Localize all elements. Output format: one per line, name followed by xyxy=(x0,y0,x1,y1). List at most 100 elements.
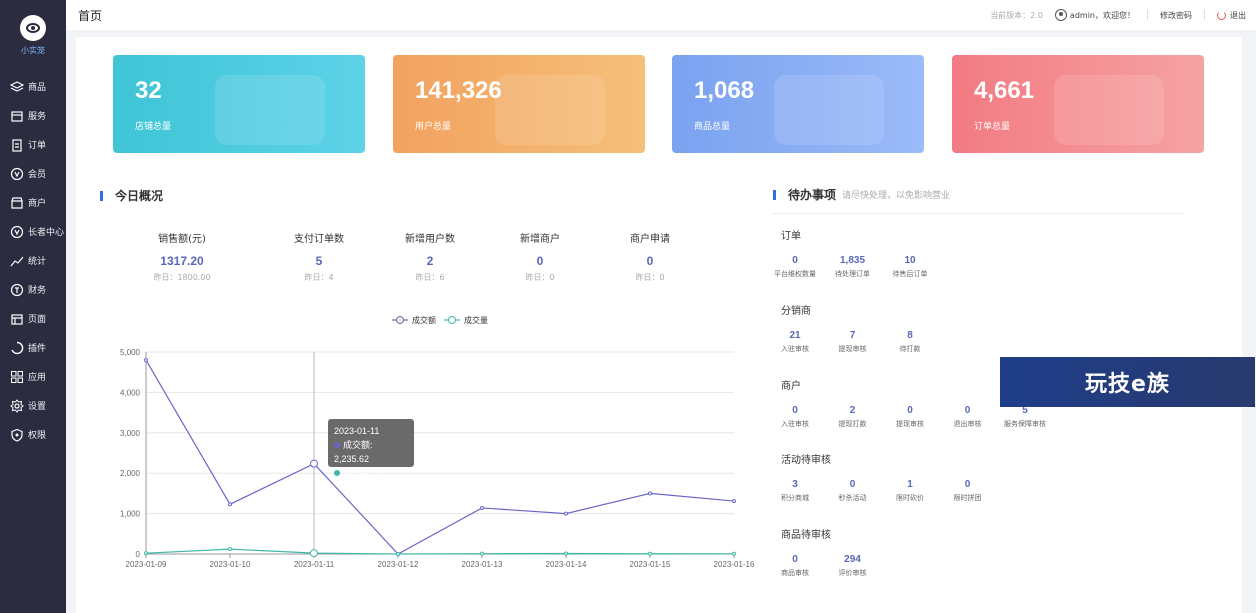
data-point xyxy=(564,511,568,516)
todo-item[interactable]: 5 服务保障审核 xyxy=(995,405,1055,429)
data-point xyxy=(648,491,652,496)
todo-item[interactable]: 294 评价审核 xyxy=(823,554,883,578)
today-section-title: 今日概况 xyxy=(100,187,163,204)
vip-icon xyxy=(10,225,24,239)
todo-value: 3 xyxy=(792,479,798,490)
todo-item[interactable]: 21 入驻审核 xyxy=(765,330,825,354)
sidebar-item-10[interactable]: 应用 xyxy=(0,362,66,391)
data-point xyxy=(228,502,232,507)
sidebar-item-label: 设置 xyxy=(28,402,47,412)
change-password-link[interactable]: 修改密码 xyxy=(1160,10,1192,21)
brand[interactable]: 小实笼 xyxy=(0,0,66,64)
stat-yesterday: 昨日：4 xyxy=(304,273,334,282)
page-icon xyxy=(10,312,24,326)
data-point xyxy=(144,358,148,363)
stat-card-stores[interactable]: 32 店铺总量 xyxy=(113,55,365,153)
sidebar-item-6[interactable]: 统计 xyxy=(0,246,66,275)
data-point xyxy=(144,551,148,556)
data-point xyxy=(396,552,400,556)
sidebar-item-8[interactable]: 页面 xyxy=(0,304,66,333)
todo-group-title: 商品待审核 xyxy=(781,530,831,541)
todo-item[interactable]: 0 商品审核 xyxy=(765,554,825,578)
data-point xyxy=(564,551,568,556)
divider xyxy=(772,213,1184,214)
logout-link[interactable]: 退出 xyxy=(1230,10,1246,21)
todo-value: 0 xyxy=(792,255,798,266)
legend-label: 成交额 xyxy=(412,315,436,325)
sales-line-chart[interactable]: 0 1,000 2,000 3,000 4,000 5,000 2023-01-09 2023… xyxy=(106,307,776,577)
y-tick-label: 2,000 xyxy=(120,469,141,478)
todo-item[interactable]: 1,835 待处理订单 xyxy=(823,255,883,279)
card-label: 店铺总量 xyxy=(135,122,172,132)
sidebar-item-11[interactable]: 设置 xyxy=(0,391,66,420)
power-icon xyxy=(1217,10,1226,20)
todo-label: 提现审核 xyxy=(838,345,867,353)
sidebar-item-7[interactable]: 财务 xyxy=(0,275,66,304)
stat-title: 商户申请 xyxy=(630,234,670,245)
y-tick-label: 4,000 xyxy=(120,388,141,397)
brand-name: 小实笼 xyxy=(21,45,45,55)
todo-label: 待打款 xyxy=(899,345,921,353)
tooltip-line-2: 成交量: 22 xyxy=(343,468,386,478)
todo-label: 服务保障审核 xyxy=(1004,420,1046,428)
todo-value: 8 xyxy=(907,330,913,341)
sidebar-item-2[interactable]: 订单 xyxy=(0,130,66,159)
sidebar-item-4[interactable]: 商户 xyxy=(0,188,66,217)
todo-item[interactable]: 1 限时砍价 xyxy=(880,479,940,503)
x-tick-label: 2023-01-10 xyxy=(210,560,251,569)
user-greeting[interactable]: admin，欢迎您！ xyxy=(1070,10,1135,21)
coin-icon xyxy=(10,283,24,297)
todo-value: 1,835 xyxy=(839,255,866,266)
vip-icon xyxy=(10,167,24,181)
sidebar-item-1[interactable]: 服务 xyxy=(0,101,66,130)
plugin-icon xyxy=(10,341,24,355)
sidebar-item-label: 统计 xyxy=(28,257,47,267)
card-value: 32 xyxy=(135,77,162,104)
top-header: 首页 当前版本：2.0 admin，欢迎您！ 修改密码 退出 xyxy=(66,0,1256,30)
sidebar-item-label: 商户 xyxy=(28,199,47,209)
todo-item[interactable]: 0 提现审核 xyxy=(880,405,940,429)
series-line-1 xyxy=(145,548,735,555)
todo-group-title: 活动待审核 xyxy=(781,455,831,466)
todo-group-title: 分销商 xyxy=(781,306,811,317)
sidebar-item-5[interactable]: 长者中心 xyxy=(0,217,66,246)
sidebar-item-9[interactable]: 插件 xyxy=(0,333,66,362)
todo-item[interactable]: 3 积分商城 xyxy=(765,479,825,503)
stat-title: 新增用户数 xyxy=(405,234,455,245)
data-point xyxy=(480,551,484,556)
stat-value: 1317.20 xyxy=(160,254,204,268)
todo-item[interactable]: 0 秒杀活动 xyxy=(823,479,883,503)
x-tick-label: 2023-01-12 xyxy=(378,560,419,569)
todo-value: 0 xyxy=(964,405,971,416)
today-stat-4: 商户申请 0 昨日：0 xyxy=(595,230,705,283)
todo-value: 2 xyxy=(849,405,856,416)
todo-value: 294 xyxy=(844,554,861,565)
stat-card-orders[interactable]: 4,661 订单总量 xyxy=(952,55,1204,153)
stat-card-products[interactable]: 1,068 商品总量 xyxy=(672,55,924,153)
todo-label: 入驻审核 xyxy=(781,345,809,353)
sidebar-item-3[interactable]: 会员 xyxy=(0,159,66,188)
users-icon xyxy=(495,75,605,145)
box-icon xyxy=(10,109,24,123)
todo-value: 0 xyxy=(907,405,913,416)
store-icon xyxy=(10,196,24,210)
todo-label: 秒杀活动 xyxy=(838,494,867,502)
todo-item[interactable]: 10 待售后订单 xyxy=(880,255,940,279)
todo-item[interactable]: 7 提现审核 xyxy=(823,330,883,354)
todo-item[interactable]: 0 限时拼团 xyxy=(938,479,998,503)
sidebar-item-12[interactable]: 权限 xyxy=(0,420,66,449)
sidebar-item-label: 长者中心 xyxy=(28,228,65,238)
sidebar-item-0[interactable]: 商品 xyxy=(0,72,66,101)
stat-card-users[interactable]: 141,326 用户总量 xyxy=(393,55,645,153)
tooltip-date: 2023-01-11 xyxy=(334,426,380,436)
todo-item[interactable]: 2 提现打款 xyxy=(823,405,883,429)
todo-item[interactable]: 0 退出审核 xyxy=(938,405,998,429)
legend-label: 成交量 xyxy=(464,315,488,325)
todo-item[interactable]: 0 入驻审核 xyxy=(765,405,825,429)
todo-item[interactable]: 8 待打款 xyxy=(880,330,940,354)
sidebar-item-label: 订单 xyxy=(28,141,47,151)
todo-value: 21 xyxy=(789,330,801,341)
sidebar-item-label: 权限 xyxy=(28,431,47,441)
todo-value: 1 xyxy=(907,479,913,490)
todo-item[interactable]: 0 平台维权数量 xyxy=(765,255,825,279)
